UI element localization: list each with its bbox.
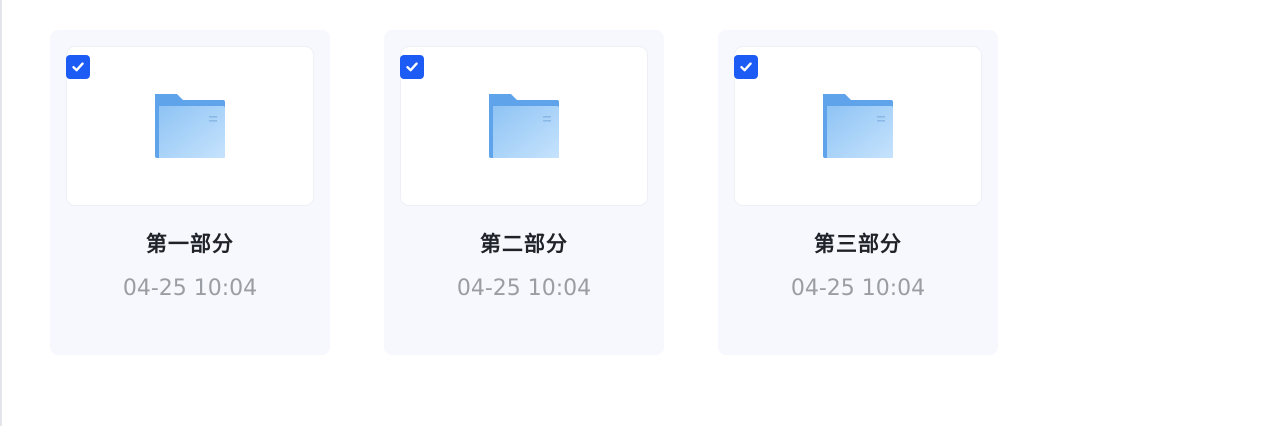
folder-icon	[155, 94, 225, 158]
folder-card[interactable]: 第一部分 04-25 10:04	[50, 30, 330, 355]
checkbox-checked-icon[interactable]	[734, 55, 758, 79]
content-area: 第一部分 04-25 10:04 第二部分 04-25 10:04 第三部分 0…	[0, 0, 1266, 426]
folder-grid: 第一部分 04-25 10:04 第二部分 04-25 10:04 第三部分 0…	[50, 30, 998, 355]
folder-title: 第三部分	[814, 232, 902, 256]
folder-icon	[823, 94, 893, 158]
folder-thumbnail[interactable]	[735, 47, 981, 205]
folder-card[interactable]: 第二部分 04-25 10:04	[384, 30, 664, 355]
folder-date: 04-25 10:04	[456, 276, 592, 301]
folder-title: 第二部分	[480, 232, 568, 256]
folder-thumbnail[interactable]	[401, 47, 647, 205]
folder-thumbnail[interactable]	[67, 47, 313, 205]
checkbox-checked-icon[interactable]	[400, 55, 424, 79]
folder-card[interactable]: 第三部分 04-25 10:04	[718, 30, 998, 355]
folder-date: 04-25 10:04	[790, 276, 926, 301]
folder-title: 第一部分	[146, 232, 234, 256]
folder-icon	[489, 94, 559, 158]
folder-date: 04-25 10:04	[122, 276, 258, 301]
checkbox-checked-icon[interactable]	[66, 55, 90, 79]
